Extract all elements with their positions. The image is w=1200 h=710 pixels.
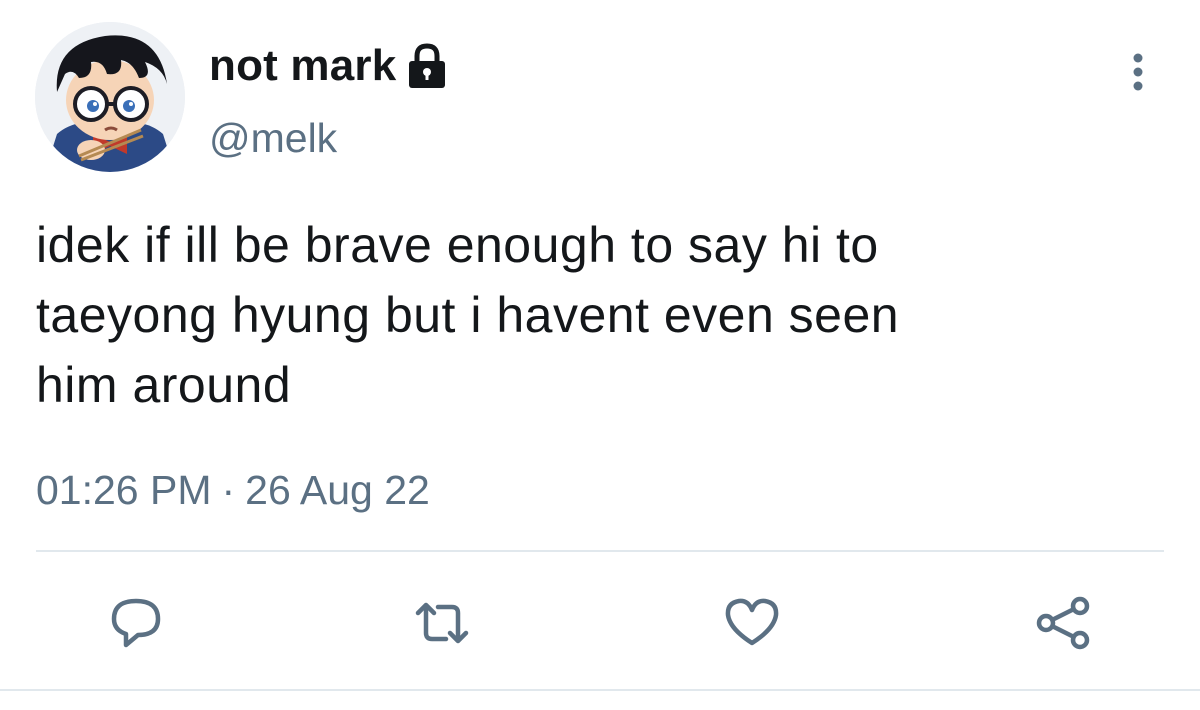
user-handle[interactable]: @melk bbox=[209, 118, 337, 159]
divider bbox=[36, 550, 1164, 552]
tweet-time: 01:26 PM bbox=[36, 467, 212, 513]
share-icon bbox=[1036, 596, 1090, 650]
timestamp-separator: · bbox=[221, 467, 236, 513]
reply-button[interactable] bbox=[106, 595, 166, 651]
share-button[interactable] bbox=[1034, 595, 1094, 651]
display-name[interactable]: not mark bbox=[209, 44, 396, 88]
tweet-timestamp[interactable]: 01:26 PM · 26 Aug 22 bbox=[36, 470, 430, 511]
reply-icon bbox=[111, 598, 161, 648]
retweet-button[interactable] bbox=[412, 595, 472, 651]
more-options-button[interactable] bbox=[1118, 50, 1158, 94]
heart-icon bbox=[725, 598, 779, 646]
avatar[interactable] bbox=[35, 22, 185, 172]
more-vertical-icon bbox=[1133, 53, 1143, 91]
user-name-row[interactable]: not mark bbox=[209, 36, 449, 96]
like-button[interactable] bbox=[722, 595, 782, 651]
lock-icon bbox=[405, 42, 449, 90]
retweet-icon bbox=[415, 602, 469, 644]
tweet-date: 26 Aug 22 bbox=[245, 467, 430, 513]
tweet-text: idek if ill be brave enough to say hi to… bbox=[36, 217, 900, 413]
bottom-divider bbox=[0, 689, 1200, 691]
